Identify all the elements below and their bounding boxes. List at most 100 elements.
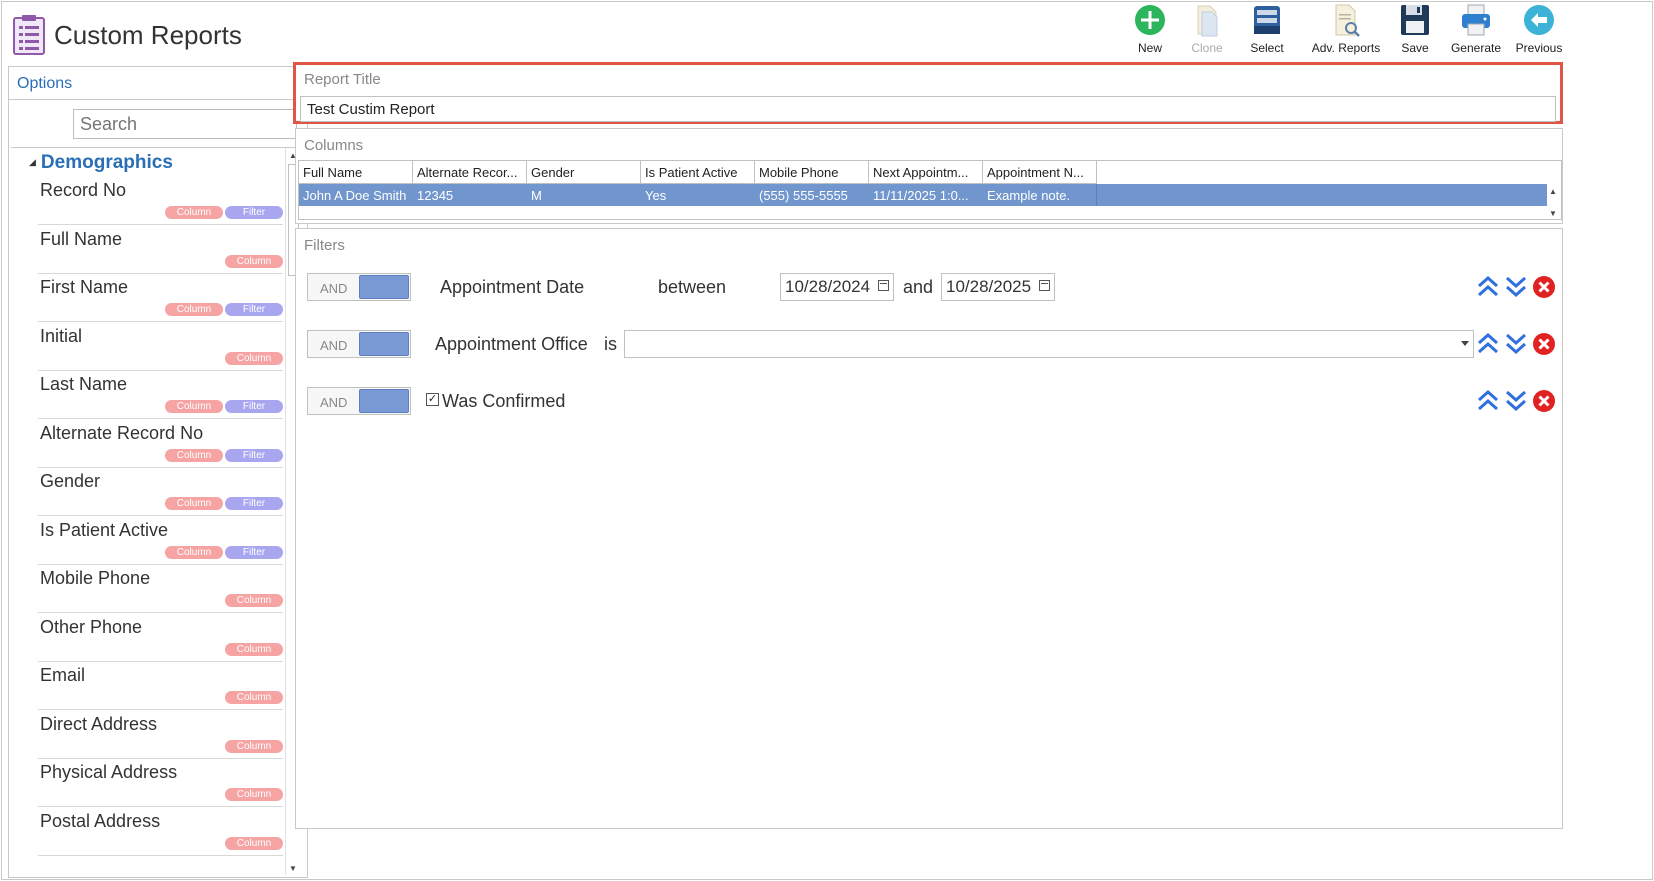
list-item[interactable]: Other Phone Column [38,611,283,662]
list-item[interactable]: Last Name Column Filter [38,368,283,419]
move-up-icon[interactable] [1476,387,1500,415]
list-item[interactable]: Is Patient Active Column Filter [38,514,283,565]
column-tag-button[interactable]: Column [165,448,223,462]
office-select[interactable] [624,330,1474,358]
calendar-icon[interactable] [878,280,889,291]
columns-grid: Full Name Alternate Recor... Gender Is Pati… [298,160,1562,220]
scroll-down-icon[interactable]: ▼ [1549,209,1557,218]
toggle-knob[interactable] [359,332,409,356]
scroll-down-icon[interactable]: ▼ [289,864,297,873]
table-cell: M [531,188,542,203]
back-arrow-icon [1524,5,1554,35]
column-tag-button[interactable]: Column [225,691,283,704]
list-item[interactable]: Initial Column [38,320,283,371]
remove-filter-icon[interactable] [1532,330,1556,358]
scroll-up-icon[interactable]: ▲ [1549,187,1557,196]
printer-icon [1462,4,1490,36]
save-label: Save [1401,41,1429,55]
toggle-label: AND [320,338,348,353]
move-up-icon[interactable] [1476,330,1500,358]
column-tag-button[interactable]: Column [225,351,283,365]
floppy-disk-icon [1401,5,1429,35]
list-item[interactable]: Mobile Phone Column [38,562,283,613]
remove-filter-icon[interactable] [1532,387,1556,415]
grid-scrollbar[interactable]: ▲ ▼ [1545,184,1561,220]
group-demographics[interactable]: ◢ Demographics [29,152,173,174]
column-tag-button[interactable]: Column [165,206,223,219]
toggle-label: AND [320,395,348,410]
column-tag-button[interactable]: Column [225,642,283,656]
column-header[interactable]: Appointment N... [983,161,1097,184]
search-document-icon [1335,4,1360,37]
column-header[interactable]: Next Appointm... [869,161,983,184]
adv-reports-button[interactable]: Adv. Reports [1310,2,1382,55]
filter-tag-button[interactable]: Filter [225,206,283,219]
to-date-input[interactable]: 10/28/2025 [941,273,1055,301]
column-tag-button[interactable]: Column [225,254,283,268]
chevron-down-icon[interactable] [1461,341,1469,346]
column-tag-button[interactable]: Column [165,400,223,413]
column-tag-button[interactable]: Column [165,497,223,510]
move-down-icon[interactable] [1504,273,1528,301]
toggle-knob[interactable] [359,389,409,413]
report-title-input[interactable]: Test Custim Report [300,96,1556,122]
column-header[interactable]: Is Patient Active [641,161,755,184]
table-cell: 11/11/2025 1:0... [873,188,969,203]
header: Custom Reports New Clone Select Adv. Rep… [2,2,1652,64]
column-header[interactable]: Alternate Recor... [413,161,527,184]
list-item[interactable]: Email Column [38,659,283,710]
filter-tag-button[interactable]: Filter [225,545,283,559]
column-tag-button[interactable]: Column [225,788,283,801]
from-date-input[interactable]: 10/28/2024 [780,273,894,301]
calendar-icon[interactable] [1039,280,1050,291]
and-or-toggle[interactable]: AND [307,330,411,358]
column-tag-button[interactable]: Column [225,836,283,850]
field-label: Full Name [40,228,123,249]
move-down-icon[interactable] [1504,387,1528,415]
filter-tag-button[interactable]: Filter [225,448,283,462]
new-button[interactable]: New [1125,2,1175,55]
filter-field-name: Appointment Office [435,334,588,354]
filter-tag-button[interactable]: Filter [225,303,283,316]
list-item[interactable]: First Name Column Filter [38,271,283,322]
remove-filter-icon[interactable] [1532,273,1556,301]
column-tag-button[interactable]: Column [225,739,283,753]
clone-button[interactable]: Clone [1182,2,1232,55]
column-header[interactable]: Gender [527,161,641,184]
column-tag-button[interactable]: Column [165,303,223,316]
table-cell: John A Doe Smith [303,188,407,203]
field-label: Postal Address [40,810,161,831]
select-button[interactable]: Select [1242,2,1292,55]
table-row[interactable]: John A Doe Smith 12345 M Yes (555) 555-5555 1… [299,184,1547,206]
toggle-knob[interactable] [359,275,409,299]
list-item[interactable]: Record No Column Filter [38,174,283,225]
list-item[interactable]: Physical Address Column [38,756,283,807]
search-input[interactable] [73,109,297,139]
column-header[interactable]: Full Name [299,161,413,184]
column-header[interactable]: Mobile Phone [755,161,869,184]
move-down-icon[interactable] [1504,330,1528,358]
list-item[interactable]: Gender Column Filter [38,465,283,516]
list-item[interactable]: Postal Address Column [38,805,283,856]
filter-tag-button[interactable]: Filter [225,497,283,510]
expand-triangle-icon[interactable]: ◢ [29,157,36,167]
generate-button[interactable]: Generate [1449,2,1503,55]
save-button[interactable]: Save [1390,2,1440,55]
filter-operator: between [658,277,727,297]
move-up-icon[interactable] [1476,273,1500,301]
column-tag-button[interactable]: Column [225,594,283,607]
and-or-toggle[interactable]: AND [307,273,411,301]
list-item[interactable]: Alternate Record No Column Filter [38,417,283,468]
previous-button[interactable]: Previous [1512,2,1566,55]
list-item[interactable]: Direct Address Column [38,708,283,759]
field-label: Initial [40,325,83,346]
field-label: Other Phone [40,616,143,637]
toggle-label: AND [320,281,348,296]
list-item[interactable]: Full Name Column [38,223,283,274]
field-label: Record No [40,180,127,200]
and-or-toggle[interactable]: AND [307,387,411,415]
filter-tag-button[interactable]: Filter [225,400,283,413]
was-confirmed-checkbox[interactable]: ✓ [426,393,439,406]
column-tag-button[interactable]: Column [165,545,223,559]
field-label: Direct Address [40,713,158,734]
